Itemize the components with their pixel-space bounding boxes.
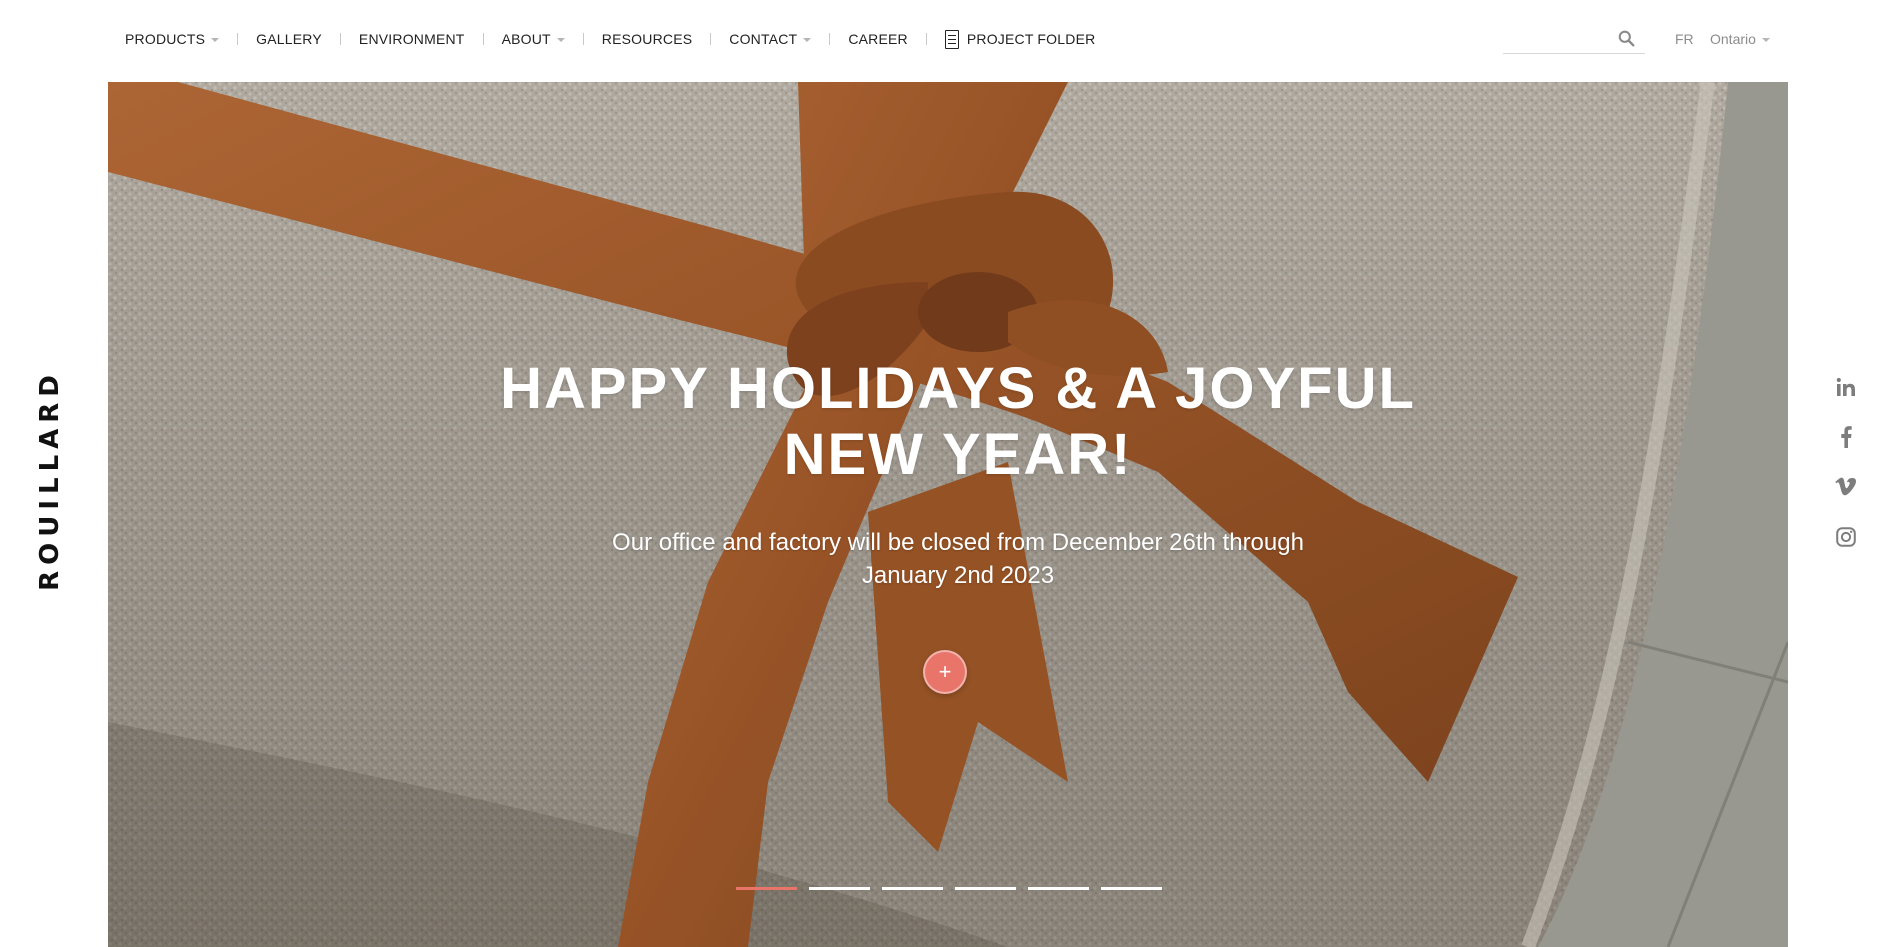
document-icon xyxy=(944,29,959,49)
nav-divider xyxy=(829,33,831,45)
nav-gallery-label: GALLERY xyxy=(256,31,322,47)
plus-icon: + xyxy=(938,659,952,684)
top-navigation-bar: PRODUCTS GALLERY ENVIRONMENT ABOUT RESOU… xyxy=(0,0,1884,82)
slider-dot-3[interactable] xyxy=(882,887,943,890)
nav-resources[interactable]: RESOURCES xyxy=(602,31,692,47)
slider-dot-2[interactable] xyxy=(809,887,870,890)
search-input[interactable] xyxy=(1503,26,1615,52)
slider-dot-1[interactable] xyxy=(736,887,797,890)
nav-project-folder[interactable]: PROJECT FOLDER xyxy=(944,29,1096,49)
slider-dot-4[interactable] xyxy=(955,887,1016,890)
nav-career[interactable]: CAREER xyxy=(848,31,908,47)
nav-contact-label: CONTACT xyxy=(729,31,798,47)
nav-about[interactable]: ABOUT xyxy=(502,31,565,47)
nav-divider xyxy=(710,33,712,45)
hero-slider: HAPPY HOLIDAYS & A JOYFUL NEW YEAR! Our … xyxy=(108,82,1788,947)
facebook-icon[interactable] xyxy=(1835,426,1857,448)
nav-career-label: CAREER xyxy=(848,31,908,47)
nav-resources-label: RESOURCES xyxy=(601,31,693,47)
region-selector[interactable]: Ontario xyxy=(1710,31,1770,47)
hero-title-line-2: NEW YEAR! xyxy=(783,422,1133,487)
nav-gallery[interactable]: GALLERY xyxy=(256,31,322,47)
nav-project-folder-label: PROJECT FOLDER xyxy=(966,31,1096,47)
vimeo-icon[interactable] xyxy=(1835,476,1857,498)
nav-products-label: PRODUCTS xyxy=(125,31,206,47)
hero-title: HAPPY HOLIDAYS & A JOYFUL NEW YEAR! xyxy=(398,356,1518,488)
more-info-button[interactable]: + xyxy=(923,650,967,694)
hero-subtitle-line-1: Our office and factory will be closed fr… xyxy=(612,529,1304,556)
brand-logo[interactable]: ROUILLARD xyxy=(35,369,65,591)
slider-pagination xyxy=(736,887,1162,890)
nav-environment-label: ENVIRONMENT xyxy=(358,31,465,47)
nav-divider xyxy=(339,33,341,45)
instagram-icon[interactable] xyxy=(1835,526,1857,548)
slider-dot-6[interactable] xyxy=(1101,887,1162,890)
language-switch-fr[interactable]: FR xyxy=(1675,31,1694,47)
nav-divider xyxy=(482,33,484,45)
nav-divider xyxy=(582,33,584,45)
chevron-down-icon xyxy=(803,37,812,42)
hero-title-line-1: HAPPY HOLIDAYS & A JOYFUL xyxy=(500,356,1416,421)
nav-environment[interactable]: ENVIRONMENT xyxy=(359,31,465,47)
nav-products[interactable]: PRODUCTS xyxy=(125,31,220,47)
nav-divider xyxy=(237,33,239,45)
nav-contact[interactable]: CONTACT xyxy=(729,31,812,47)
search-box xyxy=(1503,26,1645,54)
search-icon[interactable] xyxy=(1618,30,1635,47)
main-nav: PRODUCTS GALLERY ENVIRONMENT ABOUT RESOU… xyxy=(125,28,1095,50)
linkedin-icon[interactable] xyxy=(1835,376,1857,398)
hero-overlay xyxy=(108,82,1788,947)
hero-subtitle-line-2: January 2nd 2023 xyxy=(861,562,1055,589)
hero-subtitle: Our office and factory will be closed fr… xyxy=(548,526,1368,592)
chevron-down-icon xyxy=(556,37,565,42)
nav-divider xyxy=(925,33,927,45)
region-label: Ontario xyxy=(1710,31,1756,47)
social-links xyxy=(1832,376,1860,548)
chevron-down-icon xyxy=(211,37,220,42)
nav-about-label: ABOUT xyxy=(501,31,551,47)
chevron-down-icon xyxy=(1761,37,1770,42)
slider-dot-5[interactable] xyxy=(1028,887,1089,890)
